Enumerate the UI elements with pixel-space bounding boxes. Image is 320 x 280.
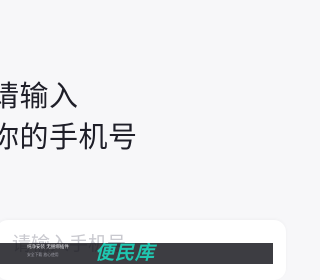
login-heading-line2: 你的手机号 xyxy=(0,120,138,154)
watermark-tagline: 纯净安装 无捆绑插件 xyxy=(27,245,69,250)
watermark-text-block: 纯净安装 无捆绑插件 安全下载 放心使用 xyxy=(27,245,69,257)
watermark-logo: 便民库 xyxy=(95,243,156,264)
watermark-subtext: 安全下载 放心使用 xyxy=(27,251,59,257)
login-heading-line1: 请输入 xyxy=(0,79,79,113)
site-watermark: 纯净安装 无捆绑插件 安全下载 放心使用 便民库 xyxy=(0,243,273,264)
